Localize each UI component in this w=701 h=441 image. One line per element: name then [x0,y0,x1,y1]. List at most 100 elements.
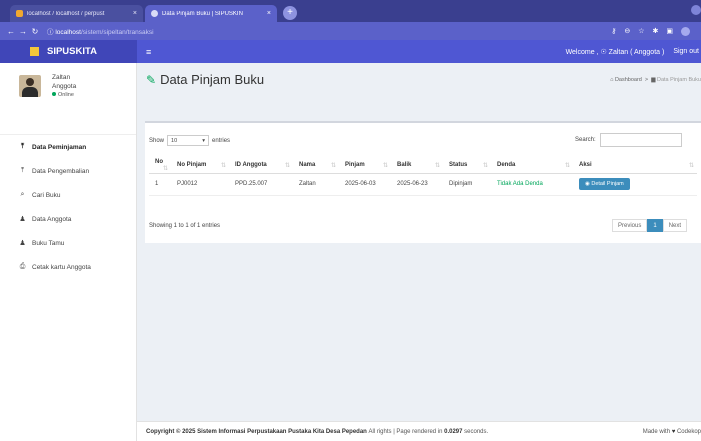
entries-length-control: Show 10 ▾ entries [149,135,230,146]
url-host: localhost [55,29,81,36]
reload-icon[interactable]: ↻ [29,27,41,36]
footer-org: Sistem Informasi Perpustakaan Pustaka Ki… [197,428,367,435]
address-bar: ← → ↻ ⓘ localhost/sistem/sipeltan/transa… [0,22,701,40]
key-icon[interactable]: ⚷ [611,27,616,36]
footer-made-by[interactable]: Codekop [677,429,701,435]
footer: Copyright © 2025 Sistem Informasi Perpus… [137,421,701,441]
tab-title: localhost / localhost / perpust [27,10,105,17]
new-tab-plus-icon[interactable]: + [283,6,297,20]
forward-arrow-icon[interactable]: → [17,27,29,36]
star-icon[interactable]: ☆ [638,27,644,36]
close-tab-icon[interactable]: × [133,10,137,17]
url-path: /sistem/sipeltan/transaksi [80,29,154,36]
window-control-icon[interactable] [691,5,701,15]
footer-copyright: Copyright © 2025 [146,428,196,435]
sidebar-item-cari-buku[interactable]: ⌕ Cari Buku [0,183,136,207]
data-table-box: Show 10 ▾ entries Search: No ⇅ No Pinjam ⇅… [145,121,701,243]
pagination-page-1[interactable]: 1 [647,219,663,232]
cell-status: Dipinjam [443,173,491,196]
browser-tab-sipuskita[interactable]: Data Pinjam Buku | SIPUSKIN × [145,5,277,22]
upload-icon: ⤒ [20,143,25,150]
pagination: Previous 1 Next [612,219,688,232]
eye-icon: ◉ [585,181,590,187]
sidebar-item-label: Cari Buku [32,191,61,199]
heart-icon: ♥ [671,428,676,435]
column-header[interactable]: Denda ⇅ [491,158,573,174]
page-title-text: Data Pinjam Buku [160,72,265,87]
user-panel: Zaltan Anggota Online [0,63,136,135]
welcome-user-menu[interactable]: Welcome , ☉ Zaltan ( Anggota ) [566,48,665,56]
sidebar-item-buku-tamu[interactable]: ♟ Buku Tamu [0,231,136,255]
close-tab-icon[interactable]: × [267,10,271,17]
breadcrumb: ⌂ Dashboard > ▆ Data Pinjam Buku [610,77,701,83]
sidebar-menu: ⤒ Data Peminjaman ⤒ Data Pengembalian ⌕ … [0,135,136,279]
loans-table: No ⇅ No Pinjam ⇅ ID Anggota ⇅ Nama ⇅ Pinjam ⇅… [149,158,697,196]
user-status: Online [58,92,74,98]
sidebar-toggle-icon[interactable]: ≡ [146,47,151,57]
sidebar-item-label: Cetak kartu Anggota [32,263,91,271]
user-icon: ♟ [19,216,26,223]
back-arrow-icon[interactable]: ← [5,27,17,36]
column-header[interactable]: No ⇅ [149,158,171,174]
cell-no: 1 [149,173,171,196]
chevron-down-icon: ▾ [202,137,206,144]
page-title: ✎ Data Pinjam Buku [146,72,264,87]
footer-time: 0.0297 [444,428,463,435]
tab-title: Data Pinjam Buku | SIPUSKIN [162,10,243,17]
upload-icon: ⤒ [20,167,25,174]
sidebar-item-label: Buku Tamu [32,239,65,247]
avatar [19,75,41,97]
column-header[interactable]: ID Anggota ⇅ [229,158,293,174]
search-icon: ⌕ [20,191,25,198]
sidebar-item-data-peminjaman[interactable]: ⤒ Data Peminjaman [0,135,136,159]
sidebar-item-cetak-kartu[interactable]: ⎙ Cetak kartu Anggota [0,255,136,279]
column-header[interactable]: Aksi ⇅ [573,158,697,174]
browser-tab-phpmyadmin[interactable]: localhost / localhost / perpust × [10,5,143,22]
search-label: Search: [575,137,596,143]
entries-select[interactable]: 10 ▾ [167,135,210,146]
table-info: Showing 1 to 1 of 1 entries [149,223,221,229]
user-info: Zaltan Anggota Online [52,73,76,100]
sidebar-item-data-pengembalian[interactable]: ⤒ Data Pengembalian [0,159,136,183]
site-favicon-icon [151,10,158,17]
entries-select-value: 10 [171,137,178,144]
online-dot-icon [52,92,56,96]
table-header-row: No ⇅ No Pinjam ⇅ ID Anggota ⇅ Nama ⇅ Pinjam ⇅… [149,158,697,174]
extensions-icon[interactable]: ✱ [653,27,659,36]
cell-balik: 2025-06-23 [391,173,443,196]
sidebar-item-data-anggota[interactable]: ♟ Data Anggota [0,207,136,231]
show-label: Show [149,137,165,144]
search-input[interactable] [599,133,682,147]
footer-rights: All rights | Page rendered in [368,428,443,435]
brand-logo[interactable]: SIPUSKITA [0,40,137,63]
sidebar-item-label: Data Anggota [32,215,72,223]
url-field[interactable]: ⓘ localhost/sistem/sipeltan/transaksi [47,26,611,36]
main-content: ✎ Data Pinjam Buku ⌂ Dashboard > ▆ Data … [137,63,701,441]
edit-icon: ✎ [146,72,157,87]
breadcrumb-home[interactable]: Dashboard [615,77,642,83]
detail-pinjam-button[interactable]: ◉ Detail Pinjam [579,178,630,190]
zoom-icon[interactable]: ⊖ [624,27,630,36]
sidebar-item-label: Data Peminjaman [32,143,87,151]
breadcrumb-current: Data Pinjam Buku [656,77,701,83]
cell-denda: Tidak Ada Denda [491,173,573,196]
dashboard-icon: ⌂ [610,77,614,83]
sign-out-link[interactable]: Sign out [673,48,699,55]
profile-avatar-icon[interactable] [681,26,690,36]
sidepanel-icon[interactable]: ▣ [666,27,673,36]
pagination-next[interactable]: Next [662,219,688,232]
column-header[interactable]: Nama ⇅ [293,158,339,174]
column-header[interactable]: Pinjam ⇅ [339,158,391,174]
column-header[interactable]: Balik ⇅ [391,158,443,174]
cell-aksi: ◉ Detail Pinjam [573,173,697,196]
user-name: Zaltan [52,74,71,81]
cell-no-pinjam: PJ0012 [171,173,229,196]
column-header[interactable]: No Pinjam ⇅ [171,158,229,174]
footer-seconds: seconds. [464,428,489,435]
table-row: 1 PJ0012 PPD.25.007 Zaltan 2025-06-03 20… [149,173,697,196]
footer-made-with: Made with ♥ Codekop [642,428,701,435]
pagination-previous[interactable]: Previous [612,219,648,232]
user-icon: ♟ [19,240,26,247]
browser-tab-strip: localhost / localhost / perpust × Data P… [0,0,701,22]
column-header[interactable]: Status ⇅ [443,158,491,174]
